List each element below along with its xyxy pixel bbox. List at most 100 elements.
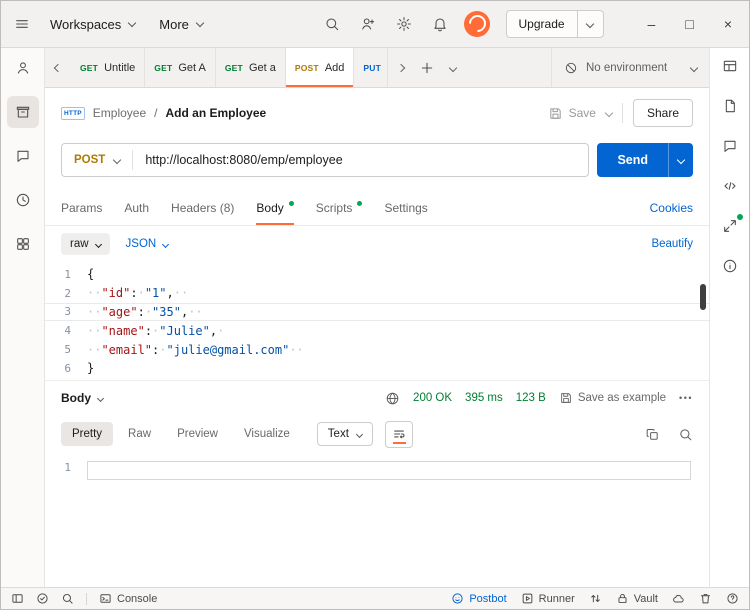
connection-status-button[interactable] bbox=[36, 592, 49, 605]
topbar: Workspaces More Upgrade – □ × bbox=[1, 1, 749, 48]
method-selector[interactable]: POST bbox=[62, 154, 132, 166]
agent-selector-button[interactable] bbox=[589, 592, 602, 605]
save-options-caret[interactable] bbox=[604, 108, 614, 118]
view-tab-preview[interactable]: Preview bbox=[166, 422, 229, 446]
request-tab-5[interactable]: PUT bbox=[354, 48, 389, 87]
search-response-icon[interactable] bbox=[678, 427, 693, 442]
search-icon[interactable] bbox=[324, 16, 340, 32]
http-badge: HTTP bbox=[61, 106, 85, 120]
request-body-editor[interactable]: 1{2 ··"id":·"1",·· 3 ··"age":·"35",·· 4 ··"na… bbox=[45, 262, 709, 381]
sidebar-item-collections[interactable] bbox=[6, 96, 39, 128]
body-type-dropdown[interactable]: raw bbox=[61, 233, 110, 255]
view-tab-pretty[interactable]: Pretty bbox=[61, 422, 114, 446]
tab-settings[interactable]: Settings bbox=[384, 190, 427, 225]
save-button[interactable]: Save bbox=[548, 106, 596, 121]
view-tab-raw[interactable]: Raw bbox=[117, 422, 162, 446]
request-tab-1[interactable]: GET Untitle bbox=[71, 48, 146, 87]
beautify-link[interactable]: Beautify bbox=[651, 238, 693, 250]
code-snippet-button[interactable] bbox=[716, 172, 744, 200]
more-menu[interactable]: More bbox=[159, 17, 205, 32]
editor-scrollbar[interactable] bbox=[700, 284, 706, 310]
workspaces-menu[interactable]: Workspaces bbox=[50, 17, 137, 32]
response-toolbar: Pretty Raw Preview Visualize Text bbox=[45, 415, 709, 453]
editor-line[interactable]: 1{ bbox=[45, 265, 709, 284]
request-tab-3[interactable]: GET Get a bbox=[216, 48, 286, 87]
tab-scroll-left-button[interactable] bbox=[45, 48, 71, 87]
save-as-example-button[interactable]: Save as example bbox=[559, 391, 666, 405]
maximize-button[interactable]: □ bbox=[685, 17, 693, 31]
response-body-dropdown[interactable]: Body bbox=[61, 391, 91, 405]
share-button[interactable]: Share bbox=[632, 99, 693, 127]
runner-button[interactable]: Runner bbox=[521, 592, 575, 605]
more-options-icon[interactable] bbox=[679, 393, 693, 403]
sidebar-item-user[interactable] bbox=[7, 52, 39, 84]
request-tab-4-active[interactable]: POST Add bbox=[285, 48, 355, 87]
gear-icon[interactable] bbox=[396, 16, 412, 32]
editor-line[interactable]: 2 ··"id":·"1",·· bbox=[45, 284, 709, 303]
tab-label: Add bbox=[324, 61, 345, 74]
breadcrumb-collection[interactable]: Employee bbox=[93, 106, 146, 120]
environment-selector[interactable]: No environment bbox=[551, 48, 709, 87]
find-button[interactable] bbox=[61, 592, 74, 605]
breadcrumb-separator: / bbox=[154, 106, 158, 120]
avatar-postman-logo[interactable] bbox=[463, 11, 490, 37]
vault-button[interactable]: Vault bbox=[616, 592, 658, 605]
invite-user-icon[interactable] bbox=[360, 16, 376, 32]
body-format-dropdown[interactable]: JSON bbox=[126, 238, 170, 250]
editor-line[interactable]: 5 ··"email":·"julie@gmail.com"·· bbox=[45, 340, 709, 359]
bell-icon[interactable] bbox=[432, 16, 448, 32]
green-status-dot bbox=[736, 214, 743, 220]
trash-button[interactable] bbox=[699, 592, 712, 605]
tab-list-button[interactable] bbox=[440, 48, 466, 87]
tab-headers[interactable]: Headers (8) bbox=[171, 190, 234, 225]
request-title[interactable]: Add an Employee bbox=[166, 106, 267, 120]
close-button[interactable]: × bbox=[724, 17, 732, 31]
send-button[interactable]: Send bbox=[597, 143, 668, 177]
info-button[interactable] bbox=[716, 252, 744, 280]
view-tab-visualize[interactable]: Visualize bbox=[233, 422, 301, 446]
minimize-button[interactable]: – bbox=[648, 17, 656, 31]
environment-quicklook-button[interactable] bbox=[716, 52, 744, 80]
send-button-group: Send bbox=[597, 143, 693, 177]
editor-line[interactable]: 6} bbox=[45, 359, 709, 378]
wrap-lines-toggle[interactable] bbox=[384, 420, 413, 448]
postbot-button[interactable]: Postbot bbox=[451, 592, 507, 605]
tab-scroll-right-button[interactable] bbox=[388, 48, 414, 87]
editor-line[interactable]: 4 ··"name":·"Julie",· bbox=[45, 321, 709, 340]
response-toolbar-right bbox=[645, 427, 693, 442]
send-options-button[interactable] bbox=[668, 143, 693, 177]
tab-params[interactable]: Params bbox=[61, 190, 102, 225]
documentation-button[interactable] bbox=[716, 92, 744, 120]
tab-body[interactable]: Body bbox=[256, 190, 294, 225]
time-badge[interactable]: 395 ms bbox=[465, 392, 503, 404]
tab-scripts[interactable]: Scripts bbox=[316, 190, 363, 225]
chevron-down-icon bbox=[585, 19, 595, 29]
upgrade-options-button[interactable] bbox=[576, 11, 603, 37]
chevron-down-icon[interactable] bbox=[96, 394, 105, 402]
copy-icon[interactable] bbox=[645, 427, 660, 442]
hamburger-menu-icon[interactable] bbox=[14, 16, 30, 32]
sidebar-item-chat[interactable] bbox=[7, 140, 39, 172]
status-badge[interactable]: 200 OK bbox=[413, 392, 452, 404]
response-format-dropdown[interactable]: Text bbox=[316, 422, 373, 446]
cookies-link[interactable]: Cookies bbox=[650, 201, 693, 215]
upgrade-button[interactable]: Upgrade bbox=[507, 11, 577, 37]
tab-auth[interactable]: Auth bbox=[124, 190, 149, 225]
console-button[interactable]: Console bbox=[99, 592, 157, 605]
expand-panel-button[interactable] bbox=[716, 212, 744, 240]
sidebar-item-apps[interactable] bbox=[7, 228, 39, 260]
panel-toggle-button[interactable] bbox=[11, 592, 24, 605]
new-tab-button[interactable] bbox=[414, 48, 440, 87]
save-label: Save bbox=[568, 106, 596, 120]
network-globe-icon[interactable] bbox=[385, 391, 400, 406]
sidebar-item-history[interactable] bbox=[7, 184, 39, 216]
help-button[interactable] bbox=[726, 592, 739, 605]
request-section-tabs: Params Auth Headers (8) Body Scripts Set… bbox=[45, 190, 709, 226]
editor-line[interactable]: 3 ··"age":·"35",·· bbox=[45, 303, 709, 322]
url-input[interactable] bbox=[133, 153, 589, 167]
chevron-down-icon bbox=[449, 63, 458, 72]
request-tab-2[interactable]: GET Get A bbox=[145, 48, 216, 87]
cloud-button[interactable] bbox=[672, 592, 685, 605]
size-badge[interactable]: 123 B bbox=[516, 392, 546, 404]
comments-button[interactable] bbox=[716, 132, 744, 160]
